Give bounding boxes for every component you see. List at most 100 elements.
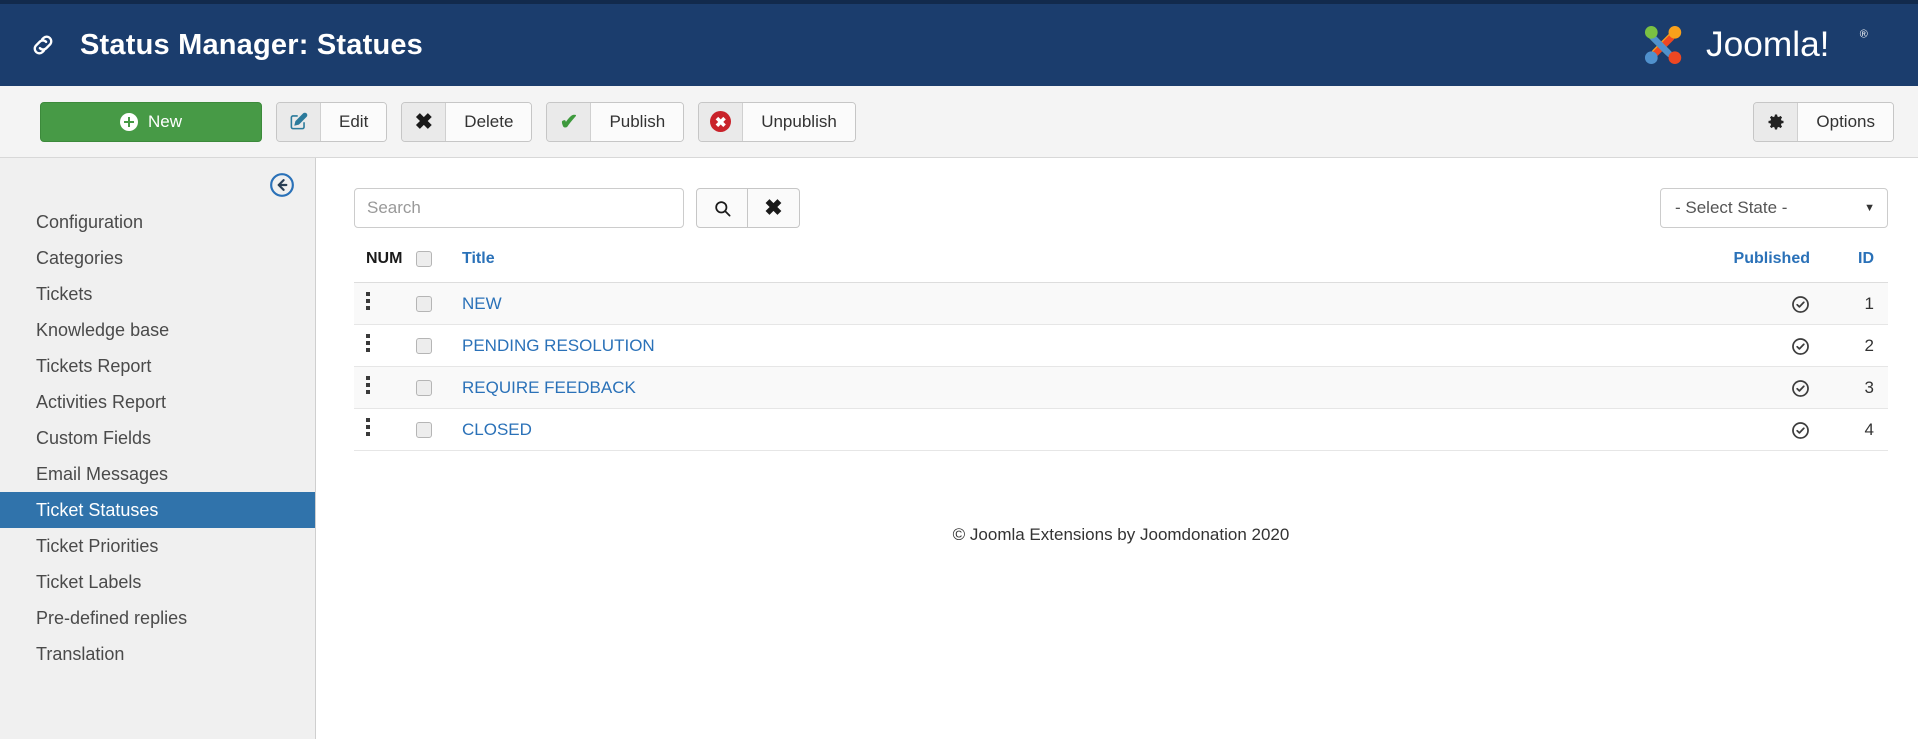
sidebar-item-ticket-labels[interactable]: Ticket Labels (0, 564, 315, 600)
sidebar-collapse-row (0, 168, 315, 204)
column-header-checkbox (416, 250, 462, 283)
body-wrapper: Configuration Categories Tickets Knowled… (0, 158, 1918, 739)
row-checkbox[interactable] (416, 422, 432, 439)
row-id-cell: 1 (1864, 293, 1874, 313)
row-checkbox-cell (416, 367, 462, 409)
new-button[interactable]: New (40, 101, 262, 142)
app-header: Status Manager: Statues Joomla! ® (0, 0, 1918, 86)
row-drag-handle-cell (354, 325, 416, 367)
column-header-id: ID (1810, 250, 1888, 283)
delete-button-label: Delete (446, 102, 532, 141)
search-button-group: ✖ (696, 188, 800, 228)
published-check-icon[interactable] (1791, 379, 1810, 398)
plus-circle-icon (119, 112, 138, 131)
row-title-cell: NEW (462, 283, 1678, 325)
sidebar-item-configuration[interactable]: Configuration (0, 204, 315, 240)
sidebar-nav: Configuration Categories Tickets Knowled… (0, 204, 315, 672)
row-published-cell (1678, 283, 1810, 325)
row-published-cell (1678, 367, 1810, 409)
sidebar-item-knowledge-base[interactable]: Knowledge base (0, 312, 315, 348)
published-check-icon[interactable] (1791, 295, 1810, 314)
publish-button[interactable]: ✔ Publish (546, 101, 685, 142)
published-check-icon[interactable] (1791, 337, 1810, 356)
row-checkbox[interactable] (416, 338, 432, 355)
row-checkbox[interactable] (416, 380, 432, 397)
table-row: PENDING RESOLUTION 2 (354, 325, 1888, 367)
pencil-square-icon (277, 102, 321, 141)
options-button[interactable]: Options (1753, 101, 1894, 142)
table-row: NEW 1 (354, 282, 1888, 325)
sidebar-item-ticket-priorities[interactable]: Ticket Priorities (0, 528, 315, 564)
chain-icon (33, 35, 53, 55)
sidebar-item-categories[interactable]: Categories (0, 240, 315, 276)
sidebar-item-ticket-statuses[interactable]: Ticket Statuses (0, 492, 315, 528)
check-mark-icon: ✔ (547, 102, 592, 141)
options-button-label: Options (1798, 102, 1893, 141)
row-checkbox-cell (416, 325, 462, 367)
toolbar-actions: New Edit ✖ Delete ✔ Publish ✖ Unpublish (40, 101, 856, 142)
sidebar-item-email-messages[interactable]: Email Messages (0, 456, 315, 492)
sidebar-item-tickets[interactable]: Tickets (0, 276, 315, 312)
sidebar-item-custom-fields[interactable]: Custom Fields (0, 420, 315, 456)
unpublish-button[interactable]: ✖ Unpublish (698, 101, 856, 142)
select-state-dropdown[interactable]: - Select State - ▼ (1660, 188, 1888, 228)
footer-copyright: © Joomla Extensions by Joomdonation 2020 (952, 525, 1290, 544)
drag-handle-icon[interactable] (366, 373, 371, 397)
drag-handle-icon[interactable] (366, 289, 371, 313)
page-title: Status Manager: Statues (80, 28, 424, 61)
statuses-table: NUM Title Published ID NEW 1 PENDING RES… (354, 250, 1888, 451)
circle-arrow-left-icon[interactable] (269, 172, 295, 198)
sidebar: Configuration Categories Tickets Knowled… (0, 158, 316, 739)
joomla-logo: Joomla! ® (1634, 16, 1894, 74)
svg-text:Joomla!: Joomla! (1706, 25, 1829, 64)
search-input[interactable] (354, 188, 684, 228)
row-published-cell (1678, 409, 1810, 451)
sidebar-item-pre-defined-replies[interactable]: Pre-defined replies (0, 600, 315, 636)
table-body: NEW 1 PENDING RESOLUTION 2 REQUIRE FEEDB… (354, 282, 1888, 451)
chevron-down-icon: ▼ (1864, 202, 1875, 214)
table-row: REQUIRE FEEDBACK 3 (354, 366, 1888, 409)
sort-published-link[interactable]: Published (1734, 250, 1810, 267)
x-mark-icon: ✖ (402, 102, 447, 141)
delete-button[interactable]: ✖ Delete (401, 101, 533, 142)
sidebar-item-activities-report[interactable]: Activities Report (0, 384, 315, 420)
filter-bar: ✖ - Select State - ▼ (354, 188, 1888, 228)
column-header-title: Title (462, 250, 1678, 283)
sidebar-item-translation[interactable]: Translation (0, 636, 315, 672)
row-title-link[interactable]: REQUIRE FEEDBACK (462, 378, 636, 397)
drag-handle-icon[interactable] (366, 331, 371, 355)
row-title-cell: CLOSED (462, 409, 1678, 451)
edit-button[interactable]: Edit (276, 101, 388, 142)
row-title-link[interactable]: NEW (462, 294, 502, 313)
row-drag-handle-cell (354, 409, 416, 451)
row-id-cell: 2 (1864, 335, 1874, 355)
row-drag-handle-cell (354, 283, 416, 325)
joomla-wordmark: Joomla! ® (1706, 25, 1868, 64)
sort-title-link[interactable]: Title (462, 250, 495, 267)
row-title-link[interactable]: PENDING RESOLUTION (462, 336, 655, 355)
row-published-cell (1678, 325, 1810, 367)
x-mark-icon: ✖ (764, 195, 783, 220)
new-button-label: New (147, 111, 182, 131)
drag-handle-icon[interactable] (366, 415, 371, 439)
table-head: NUM Title Published ID (354, 250, 1888, 283)
row-title-link[interactable]: CLOSED (462, 420, 532, 439)
row-checkbox[interactable] (416, 296, 432, 313)
sort-id-link[interactable]: ID (1858, 250, 1874, 267)
search-clear-button[interactable]: ✖ (748, 188, 800, 228)
publish-button-label: Publish (591, 102, 684, 141)
select-all-checkbox[interactable] (416, 250, 432, 267)
svg-text:®: ® (1859, 28, 1867, 40)
published-check-icon[interactable] (1791, 421, 1810, 440)
table-header-row: NUM Title Published ID (354, 250, 1888, 283)
sidebar-item-tickets-report[interactable]: Tickets Report (0, 348, 315, 384)
search-submit-button[interactable] (696, 188, 748, 228)
select-state-value: - Select State - (1675, 198, 1788, 217)
table-row: CLOSED 4 (354, 409, 1888, 451)
joomla-mark-icon (1644, 25, 1681, 65)
main-content: ✖ - Select State - ▼ NUM Title (316, 158, 1918, 545)
header-left: Status Manager: Statues (28, 29, 423, 62)
row-title-cell: REQUIRE FEEDBACK (462, 367, 1678, 409)
edit-button-label: Edit (321, 102, 387, 141)
row-checkbox-cell (416, 283, 462, 325)
